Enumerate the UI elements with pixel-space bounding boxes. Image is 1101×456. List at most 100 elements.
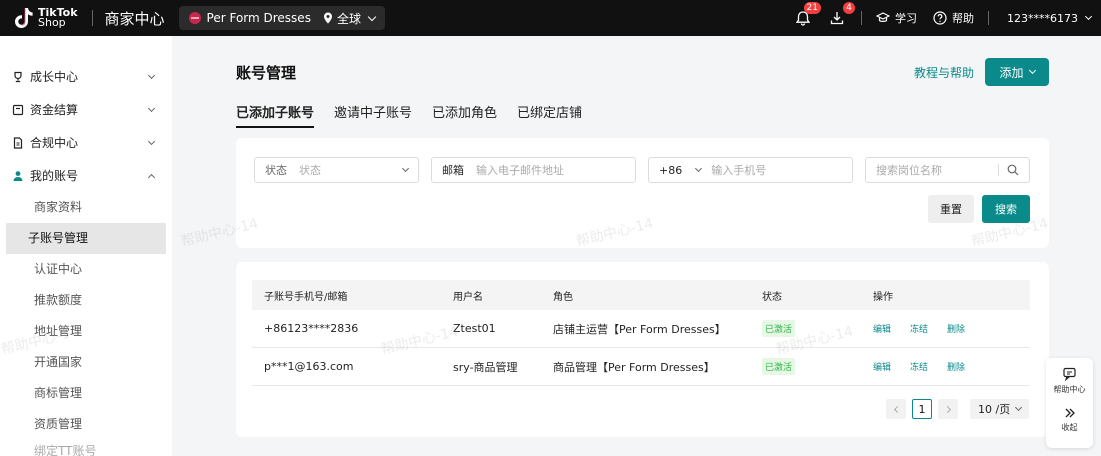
table-row: p***1@163.com sry-商品管理 商品管理【Per Form Dre…: [252, 348, 1030, 386]
next-page-button[interactable]: [938, 399, 958, 419]
column-header: 子账号手机号/邮箱: [264, 291, 348, 303]
help-center-button[interactable]: 帮助中心: [1054, 367, 1086, 395]
email-placeholder: 输入电子邮件地址: [476, 164, 564, 177]
column-header: 用户名: [453, 291, 483, 303]
account-menu[interactable]: 123****6173: [1007, 11, 1093, 25]
shop-selector[interactable]: Per Form Dresses 全球: [178, 6, 385, 30]
help-label: 帮助: [952, 12, 974, 25]
sidebar-item-sub-accounts[interactable]: 子账号管理: [6, 223, 166, 254]
freeze-button[interactable]: 冻结: [910, 360, 928, 373]
sidebar-item-push-quota[interactable]: 推款额度: [6, 285, 166, 316]
help-center-label: 帮助中心: [1053, 385, 1086, 394]
chevron-up-icon: [147, 173, 156, 181]
sidebar-group-label: 合规中心: [30, 136, 79, 150]
phone-code-select[interactable]: +86: [659, 164, 682, 177]
collapse-button[interactable]: 收起: [1062, 407, 1078, 433]
notification-badge: 21: [803, 2, 821, 14]
status-placeholder: 状态: [299, 164, 321, 177]
column-header: 状态: [762, 291, 782, 303]
username-cell: sry-商品管理: [453, 360, 518, 374]
chevron-down-icon: [1015, 403, 1023, 412]
edit-button[interactable]: 编辑: [873, 360, 891, 373]
sidebar-item-address[interactable]: 地址管理: [6, 316, 166, 347]
floating-help-panel: 帮助中心 收起: [1046, 358, 1093, 448]
add-button-label: 添加: [999, 65, 1024, 80]
shop-name: Per Form Dresses: [206, 11, 311, 25]
question-circle-icon: [933, 11, 947, 25]
phone-placeholder: 输入手机号: [711, 164, 767, 177]
download-badge: 4: [843, 2, 855, 14]
username-cell: Ztest01: [453, 322, 496, 335]
page-size-label: 10 /页: [978, 403, 1011, 416]
phone-field[interactable]: +86 输入手机号: [648, 157, 853, 183]
tab-bound-stores[interactable]: 已绑定店铺: [517, 102, 582, 128]
sub-account-table: 子账号手机号/邮箱 用户名 角色 状态 操作 +86123****2836 Zt…: [236, 262, 1049, 437]
download-button[interactable]: 4: [827, 2, 855, 28]
user-icon: [13, 170, 23, 181]
tab-added-sub-accounts[interactable]: 已添加子账号: [236, 102, 315, 128]
sidebar-item-trademarks[interactable]: 商标管理: [6, 378, 166, 409]
role-search-placeholder: 搜索岗位名称: [876, 164, 942, 177]
region-label: 全球: [336, 11, 361, 26]
topbar-divider: [91, 10, 93, 26]
sidebar-group-label: 我的账号: [30, 169, 79, 183]
sidebar-group-growth[interactable]: 成长中心: [0, 60, 172, 93]
chevron-down-icon: [147, 71, 156, 79]
role-cell: 商品管理【Per Form Dresses】: [553, 360, 715, 374]
document-icon: [13, 136, 23, 149]
filter-panel: 状态 状态 邮箱 输入电子邮件地址 +86 输入手机号 搜索岗位名称 重置 搜索: [236, 138, 1049, 248]
sidebar-group-my-account[interactable]: 我的账号: [0, 159, 172, 192]
learn-link[interactable]: 学习: [876, 10, 917, 26]
region-selector[interactable]: 全球: [323, 10, 377, 27]
table-row: +86123****2836 Ztest01 店铺主运营【Per Form Dr…: [252, 310, 1030, 348]
status-select[interactable]: 状态 状态: [254, 157, 419, 183]
edit-button[interactable]: 编辑: [873, 322, 891, 335]
tiktok-logo-icon: [15, 8, 33, 28]
sidebar-item-merchant-profile[interactable]: 商家资料: [6, 192, 166, 223]
prev-page-button[interactable]: [886, 399, 906, 419]
tiktok-shop-logo[interactable]: TikTok Shop: [12, 0, 78, 36]
role-cell: 店铺主运营【Per Form Dresses】: [553, 322, 726, 336]
search-icon[interactable]: [1007, 164, 1019, 176]
tab-added-roles[interactable]: 已添加角色: [432, 102, 497, 128]
sidebar-item-qualifications[interactable]: 资质管理: [6, 409, 166, 440]
account-id: 123****6173: [1007, 11, 1078, 25]
delete-button[interactable]: 删除: [947, 360, 965, 373]
location-pin-icon: [323, 12, 332, 24]
delete-button[interactable]: 删除: [947, 322, 965, 335]
wallet-icon: [12, 104, 24, 115]
add-button[interactable]: 添加: [985, 58, 1049, 86]
account-tabs: 已添加子账号 邀请中子账号 已添加角色 已绑定店铺: [236, 102, 602, 128]
role-search-input[interactable]: 搜索岗位名称: [865, 157, 1030, 183]
chevron-down-icon: [147, 137, 156, 145]
topbar-divider: [988, 11, 989, 25]
status-field-label: 状态: [265, 164, 287, 177]
sidebar-group-label: 资金结算: [30, 103, 79, 117]
status-badge: 已激活: [762, 320, 796, 337]
sidebar-group-compliance[interactable]: 合规中心: [0, 126, 172, 159]
current-page[interactable]: 1: [912, 399, 932, 419]
search-button[interactable]: 搜索: [982, 195, 1030, 223]
sidebar: 成长中心 资金结算 合规中心 我的账号 商家资料 子账号管理 认证中心 推款额度…: [0, 36, 172, 456]
tab-invited-sub-accounts[interactable]: 邀请中子账号: [334, 102, 412, 128]
collapse-label: 收起: [1061, 423, 1078, 432]
sidebar-item-bind-tt[interactable]: 绑定TT账号: [6, 440, 166, 456]
reset-button[interactable]: 重置: [928, 195, 974, 223]
email-field[interactable]: 邮箱 输入电子邮件地址: [431, 157, 636, 183]
field-divider: [998, 164, 999, 176]
sidebar-item-countries[interactable]: 开通国家: [6, 347, 166, 378]
sidebar-item-certification[interactable]: 认证中心: [6, 254, 166, 285]
tutorial-help-link[interactable]: 教程与帮助: [914, 64, 974, 81]
logo-wordmark-line2: Shop: [38, 16, 66, 29]
sidebar-group-settlement[interactable]: 资金结算: [0, 93, 172, 126]
freeze-button[interactable]: 冻结: [910, 322, 928, 335]
notification-button[interactable]: 21: [793, 2, 821, 28]
page-size-select[interactable]: 10 /页: [970, 399, 1030, 419]
chevron-left-icon: [893, 405, 901, 413]
column-header: 操作: [873, 291, 893, 303]
email-field-label: 邮箱: [442, 164, 464, 177]
top-bar: TikTok Shop 商家中心 Per Form Dresses 全球 21 …: [0, 0, 1101, 36]
help-link[interactable]: 帮助: [933, 10, 974, 26]
chevron-down-icon: [367, 12, 377, 21]
account-cell: p***1@163.com: [264, 360, 354, 373]
